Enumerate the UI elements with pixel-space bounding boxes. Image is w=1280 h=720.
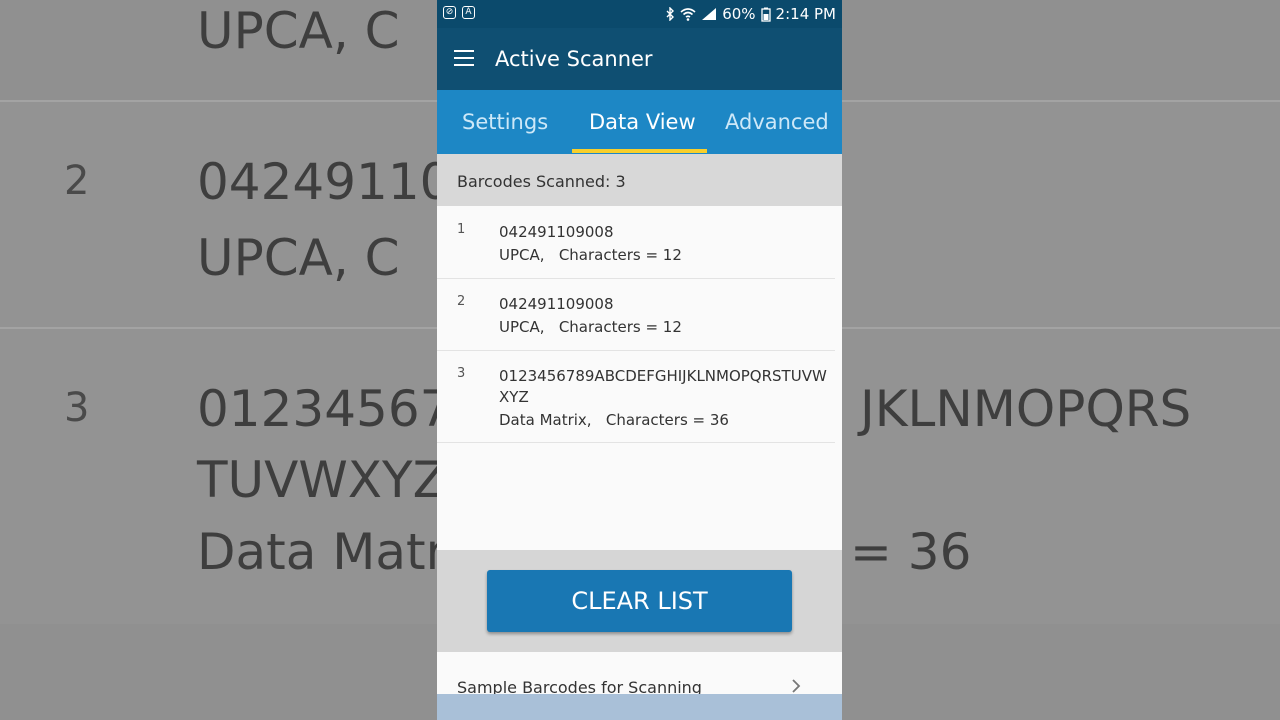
chevron-right-icon: [792, 679, 801, 693]
tab-data-view[interactable]: Data View: [589, 110, 696, 134]
bluetooth-icon: [666, 7, 675, 21]
barcode-value: 0123456789ABCDEFGHIJKLNMOPQRSTUVWXYZ: [499, 367, 827, 406]
background-index: 3: [64, 385, 90, 431]
background-text: 04249110: [197, 153, 452, 211]
background-text: TUVWXYZ: [197, 451, 447, 509]
list-item[interactable]: 1 042491109008 UPCA, Characters = 12: [437, 206, 835, 279]
battery-percent: 60%: [722, 5, 756, 23]
a-icon: A: [462, 6, 475, 19]
app-bar: Active Scanner: [437, 28, 842, 90]
barcode-meta: Data Matrix, Characters = 36: [499, 411, 729, 429]
barcode-meta: UPCA, Characters = 12: [499, 318, 682, 336]
app-title: Active Scanner: [495, 47, 653, 71]
button-area: CLEAR LIST: [437, 550, 842, 652]
navigation-bar: [437, 694, 842, 720]
sample-barcodes-link[interactable]: Sample Barcodes for Scanning: [437, 652, 842, 697]
tab-advanced[interactable]: Advanced: [725, 110, 829, 134]
background-text: 01234567: [197, 380, 452, 438]
blocked-icon: ⊘: [443, 6, 456, 19]
background-text: JKLNMOPQRS: [860, 380, 1192, 438]
barcode-meta: UPCA, Characters = 12: [499, 246, 682, 264]
battery-icon: [760, 7, 771, 22]
barcodes-scanned-count: Barcodes Scanned: 3: [457, 172, 626, 191]
clock: 2:14 PM: [775, 5, 836, 23]
barcode-value: 042491109008: [499, 295, 614, 313]
scan-summary-bar: Barcodes Scanned: 3: [437, 154, 842, 206]
active-tab-indicator: [572, 149, 707, 153]
item-index: 3: [457, 366, 466, 381]
phone-screen: ⊘ A 60% 2:14 PM Active Scanner Settings …: [437, 0, 842, 720]
barcode-value: 042491109008: [499, 223, 614, 241]
wifi-icon: [680, 8, 696, 21]
item-index: 2: [457, 294, 466, 309]
barcode-list: 1 042491109008 UPCA, Characters = 12 2 0…: [437, 206, 842, 550]
tab-bar: Settings Data View Advanced: [437, 90, 842, 154]
list-item[interactable]: 3 0123456789ABCDEFGHIJKLNMOPQRSTUVWXYZ D…: [437, 350, 835, 443]
background-text: UPCA, C: [197, 2, 400, 60]
background-text: Data Matr: [197, 523, 447, 581]
background-text: = 36: [850, 523, 972, 581]
signal-icon: [702, 8, 717, 20]
background-index: 2: [64, 158, 90, 204]
item-index: 1: [457, 222, 466, 237]
background-text: UPCA, C: [197, 229, 400, 287]
list-item[interactable]: 2 042491109008 UPCA, Characters = 12: [437, 278, 835, 351]
clear-list-button[interactable]: CLEAR LIST: [487, 570, 792, 632]
status-bar: ⊘ A 60% 2:14 PM: [437, 0, 842, 28]
tab-settings[interactable]: Settings: [462, 110, 548, 134]
hamburger-menu-icon[interactable]: [454, 50, 474, 66]
